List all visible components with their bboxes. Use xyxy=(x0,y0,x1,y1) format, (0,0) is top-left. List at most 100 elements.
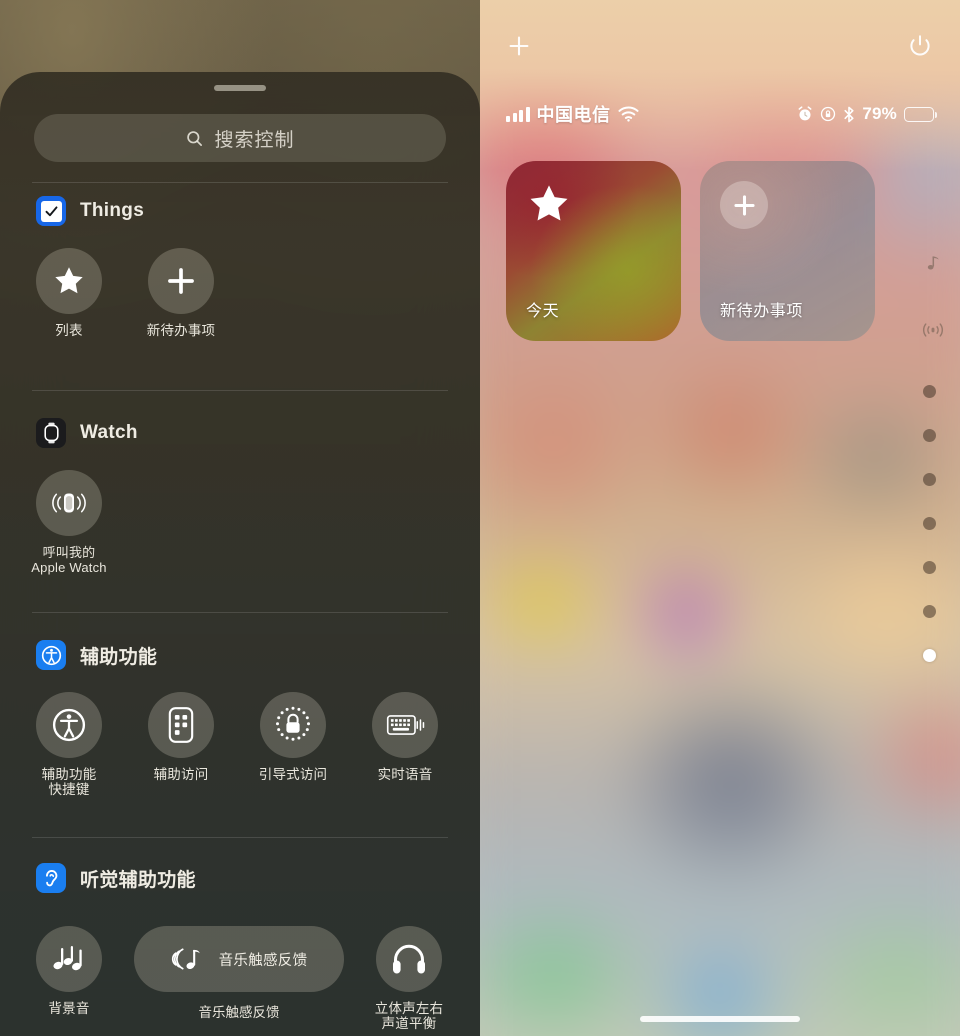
search-input[interactable]: 搜索控制 xyxy=(34,114,446,162)
group-title: 辅助功能 xyxy=(80,646,158,668)
right-phone-screen: 中国电信 79% 今天 新待办事项 xyxy=(480,0,960,1036)
plus-glyph xyxy=(733,194,755,216)
battery-icon xyxy=(904,106,938,122)
page-dot[interactable] xyxy=(923,561,936,574)
music-note-icon[interactable] xyxy=(925,255,942,272)
carrier-label: 中国电信 xyxy=(536,105,611,125)
page-dot[interactable] xyxy=(923,473,936,486)
control-tile-label: 辅助访问 xyxy=(153,767,209,782)
home-indicator[interactable] xyxy=(640,1016,800,1022)
control-tile-label: 引导式访问 xyxy=(258,767,328,782)
group-header-things: Things xyxy=(36,196,144,226)
plus-icon xyxy=(148,248,214,314)
wallpaper-top-tint xyxy=(480,0,960,170)
control-tile-label: 立体声左右 声道平衡 xyxy=(374,1001,444,1031)
control-row-things: 列表 新待办事项 xyxy=(30,248,220,338)
control-tile-assistive-access[interactable]: 辅助访问 xyxy=(142,692,220,782)
plus-glyph xyxy=(168,268,194,294)
star-glyph xyxy=(55,267,83,294)
page-dot-active[interactable] xyxy=(923,649,936,662)
ping-watch-glyph xyxy=(52,493,86,513)
wifi-icon xyxy=(617,106,639,122)
control-tile-accessibility-shortcut[interactable]: 辅助功能 快捷键 xyxy=(30,692,108,797)
music-notes-glyph xyxy=(53,946,82,971)
headphones-icon xyxy=(376,926,442,992)
group-title: 听觉辅助功能 xyxy=(80,869,196,891)
headphones-glyph xyxy=(393,944,425,974)
rotation-lock-icon xyxy=(821,106,836,122)
accessibility-icon xyxy=(36,640,66,670)
screenshot-root: 搜索控制 Things 列表 新待办事项 Watch 呼叫我的 Apple Wa… xyxy=(0,0,960,1036)
divider xyxy=(32,390,448,391)
control-tile-background-sounds[interactable]: 背景音 xyxy=(30,926,108,1016)
accessibility-glyph xyxy=(41,645,61,665)
star-icon xyxy=(530,185,568,221)
widget-today[interactable]: 今天 xyxy=(506,161,681,341)
live-speech-glyph xyxy=(386,715,425,735)
divider xyxy=(32,612,448,613)
alarm-clock-icon xyxy=(798,106,812,121)
control-tile-label: 背景音 xyxy=(48,1001,90,1016)
battery-percent-label: 79% xyxy=(862,104,897,123)
ear-hearing-icon xyxy=(36,863,66,893)
control-tile-label: 新待办事项 xyxy=(146,323,216,338)
checkmark-icon xyxy=(45,205,57,216)
control-center-sheet: 搜索控制 Things 列表 新待办事项 Watch 呼叫我的 Apple Wa… xyxy=(0,72,480,1036)
checkbox-checked-icon xyxy=(36,196,66,226)
group-header-hearing: 听觉辅助功能 xyxy=(36,863,196,893)
bluetooth-icon xyxy=(844,106,854,122)
music-notes-icon xyxy=(36,926,102,992)
ear-glyph xyxy=(45,870,57,887)
page-dot[interactable] xyxy=(923,429,936,442)
status-bar-left: 中国电信 xyxy=(506,101,639,127)
live-speech-keyboard-icon xyxy=(372,692,438,758)
group-title: Things xyxy=(80,200,145,221)
widget-label: 新待办事项 xyxy=(720,303,804,320)
control-tile-guided-access[interactable]: 引导式访问 xyxy=(254,692,332,782)
control-tile-ping-watch[interactable]: 呼叫我的 Apple Watch xyxy=(30,470,108,575)
group-title: Watch xyxy=(80,422,138,443)
plus-icon[interactable] xyxy=(507,34,531,58)
control-tile-list[interactable]: 列表 xyxy=(30,248,108,338)
page-dot[interactable] xyxy=(923,385,936,398)
page-dot[interactable] xyxy=(923,605,936,618)
control-row-watch: 呼叫我的 Apple Watch xyxy=(30,470,108,575)
control-row-accessibility: 辅助功能 快捷键 辅助访问 引导式访问 实时语音 xyxy=(30,692,444,797)
control-tile-new-todo[interactable]: 新待办事项 xyxy=(142,248,220,338)
group-header-watch: Watch xyxy=(36,418,138,448)
accessibility-glyph xyxy=(52,708,86,742)
widget-new-todo[interactable]: 新待办事项 xyxy=(700,161,875,341)
apple-watch-icon xyxy=(36,418,66,448)
guided-access-lock-icon xyxy=(260,692,326,758)
plus-icon xyxy=(720,181,768,229)
haptics-music-icon xyxy=(171,948,200,970)
power-icon[interactable] xyxy=(907,33,933,59)
divider xyxy=(32,182,448,183)
widget-row: 今天 新待办事项 xyxy=(506,161,875,341)
page-dot[interactable] xyxy=(923,517,936,530)
guided-access-glyph xyxy=(276,706,310,741)
control-tile-label: 音乐触感反馈 xyxy=(198,1005,280,1020)
cellular-bars-icon xyxy=(506,106,530,122)
page-indicator-dots[interactable] xyxy=(923,385,936,662)
group-header-accessibility: 辅助功能 xyxy=(36,640,157,670)
ping-watch-icon xyxy=(36,470,102,536)
assistive-access-glyph xyxy=(168,707,194,743)
control-tile-label: 呼叫我的 Apple Watch xyxy=(31,545,107,575)
control-tile-label: 列表 xyxy=(55,323,83,338)
assistive-access-icon xyxy=(148,692,214,758)
control-tile-label: 辅助功能 快捷键 xyxy=(41,767,97,797)
control-row-hearing: 背景音 音乐触感反馈 音乐触感反馈 立体声左右 声道平衡 xyxy=(30,926,448,1031)
music-haptics-pill-label: 音乐触感反馈 xyxy=(218,952,308,969)
search-placeholder: 搜索控制 xyxy=(214,129,295,151)
left-phone-screen: 搜索控制 Things 列表 新待办事项 Watch 呼叫我的 Apple Wa… xyxy=(0,0,480,1036)
music-haptics-pill[interactable]: 音乐触感反馈 xyxy=(134,926,344,992)
status-bar-right: 79% xyxy=(797,104,938,124)
search-icon xyxy=(187,130,203,146)
status-bar: 中国电信 79% xyxy=(480,98,960,130)
control-tile-stereo-balance[interactable]: 立体声左右 声道平衡 xyxy=(370,926,448,1031)
control-tile-live-speech[interactable]: 实时语音 xyxy=(366,692,444,782)
sheet-grabber-handle[interactable] xyxy=(214,85,266,91)
airplay-cast-icon[interactable] xyxy=(920,320,946,340)
control-tile-music-haptics[interactable]: 音乐触感反馈 音乐触感反馈 xyxy=(134,926,344,1021)
